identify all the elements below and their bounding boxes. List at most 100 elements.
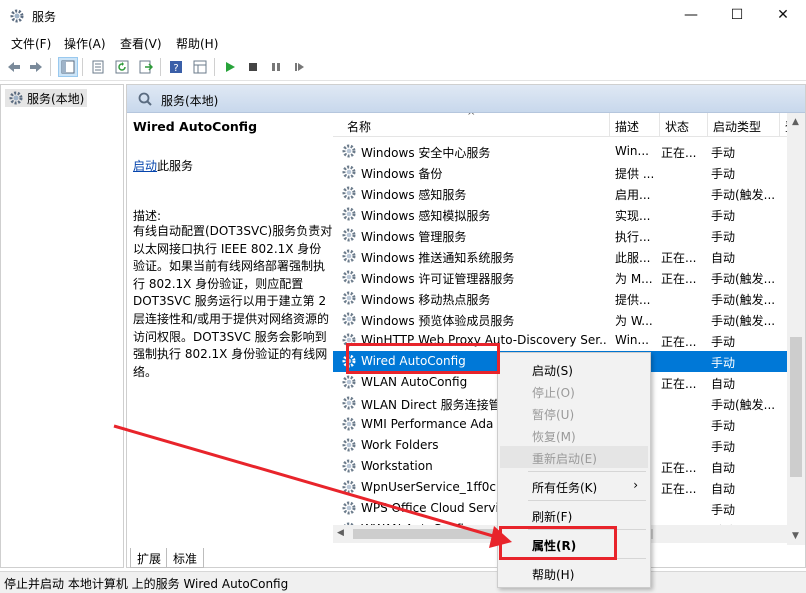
menu-item-pause[interactable]: 暂停(U) [500, 402, 648, 424]
toolbar-separator [82, 58, 83, 76]
play-icon[interactable] [220, 57, 240, 77]
maximize-button[interactable]: ☐ [714, 0, 760, 32]
menu-item-refresh[interactable]: 刷新(F) [500, 504, 648, 526]
table-row[interactable]: Windows 许可证管理器服务 为 M... 正在... 手动(触发... [333, 267, 805, 288]
gear-icon [9, 91, 23, 105]
menu-view[interactable]: 查看(V) [120, 35, 162, 52]
restart-icon[interactable] [289, 57, 309, 77]
service-name: Windows 预览体验成员服务 [361, 314, 515, 328]
table-row[interactable]: Windows 管理服务 执行... 手动 [333, 225, 805, 246]
tree-item-services-local[interactable]: 服务(本地) [5, 89, 88, 107]
table-row[interactable]: Windows 备份 提供 ... 手动 [333, 162, 805, 183]
service-description: 有线自动配置(DOT3SVC)服务负责对以太网接口执行 IEEE 802.1X … [133, 224, 333, 379]
minimize-button[interactable]: — [668, 0, 714, 32]
column-divider[interactable] [659, 113, 660, 137]
menu-item-restart[interactable]: 重新启动(E) [500, 446, 648, 468]
tab-standard[interactable]: 标准 [166, 548, 205, 568]
view-tabs: 扩展 标准 [126, 548, 806, 568]
service-description-cell: Win... [615, 333, 649, 347]
start-service-suffix: 此服务 [157, 159, 194, 173]
close-button[interactable]: ✕ [760, 0, 806, 32]
forward-arrow-icon[interactable] [26, 57, 46, 77]
service-startup-type: 手动 [711, 230, 736, 244]
service-name: Windows 感知服务 [361, 188, 467, 202]
service-description-cell: 为 M... [615, 272, 653, 286]
console-tree: 服务(本地) [0, 84, 124, 568]
column-header-description[interactable]: 描述 [615, 118, 639, 135]
scroll-up-icon[interactable]: ▲ [792, 117, 799, 127]
table-row[interactable]: Windows 感知服务 启用... 手动(触发... [333, 183, 805, 204]
window-title: 服务 [32, 10, 57, 24]
pane-header-title: 服务(本地) [161, 94, 219, 108]
service-name: Windows 许可证管理器服务 [361, 272, 515, 286]
menu-item-start[interactable]: 启动(S) [500, 358, 648, 380]
vertical-scroll-thumb[interactable] [790, 337, 802, 477]
service-description-cell: 为 W... [615, 314, 653, 328]
gear-icon [342, 165, 356, 179]
table-row[interactable]: Windows 推送通知系统服务 此服... 正在... 自动 [333, 246, 805, 267]
service-status: 正在... [661, 335, 697, 349]
vertical-scrollbar[interactable]: ▲ ▼ [787, 113, 805, 545]
service-startup-type: 手动 [711, 440, 736, 454]
service-startup-type: 手动(触发... [711, 272, 776, 286]
service-name: Windows 推送通知系统服务 [361, 251, 515, 265]
service-name: Windows 备份 [361, 167, 443, 181]
column-header-name[interactable]: 名称 [347, 118, 371, 135]
column-header-status[interactable]: 状态 [665, 118, 689, 135]
gear-icon [342, 480, 356, 494]
menu-item-resume[interactable]: 恢复(M) [500, 424, 648, 446]
service-startup-type: 手动(触发... [711, 398, 776, 412]
highlight-box-properties [499, 526, 617, 560]
service-description-cell: Win... [615, 144, 649, 158]
back-arrow-icon[interactable] [4, 57, 24, 77]
scroll-left-icon[interactable]: ◀ [337, 528, 344, 538]
service-status: 正在... [661, 377, 697, 391]
service-startup-type: 自动 [711, 377, 736, 391]
table-row[interactable]: Windows 移动热点服务 提供... 手动(触发... [333, 288, 805, 309]
column-divider[interactable] [707, 113, 708, 137]
export-icon[interactable] [136, 57, 156, 77]
service-name: Windows 安全中心服务 [361, 146, 491, 160]
column-divider[interactable] [609, 113, 610, 137]
column-header-startup-type[interactable]: 启动类型 [713, 118, 761, 135]
list-header: ^ 名称 描述 状态 启动类型 登 [333, 113, 805, 137]
refresh-icon[interactable] [112, 57, 132, 77]
tab-extended[interactable]: 扩展 [130, 548, 169, 568]
scroll-down-icon[interactable]: ▼ [792, 531, 799, 541]
pause-icon[interactable] [266, 57, 286, 77]
table-row[interactable]: Windows 预览体验成员服务 为 W... 手动(触发... [333, 309, 805, 330]
gear-icon [342, 144, 356, 158]
menu-item-all-tasks[interactable]: 所有任务(K) › [500, 475, 648, 497]
service-startup-type: 自动 [711, 251, 736, 265]
status-bar: 停止并启动 本地计算机 上的服务 Wired AutoConfig [0, 571, 806, 593]
help-icon[interactable]: ? [166, 57, 186, 77]
services-pane: 服务(本地) Wired AutoConfig 启动此服务 描述: 有线自动配置… [126, 84, 806, 568]
view-icon[interactable] [190, 57, 210, 77]
menu-file[interactable]: 文件(F) [11, 35, 51, 52]
table-row[interactable]: Windows 感知模拟服务 实现... 手动 [333, 204, 805, 225]
gear-icon [342, 186, 356, 200]
title-bar: 服务 — ☐ ✕ [0, 0, 806, 32]
table-row[interactable]: Windows 安全中心服务 Win... 正在... 手动 [333, 141, 805, 162]
service-startup-type: 手动 [711, 167, 736, 181]
start-service-link[interactable]: 启动 [133, 159, 157, 173]
gear-icon [342, 438, 356, 452]
service-name: Windows 感知模拟服务 [361, 209, 491, 223]
menu-help[interactable]: 帮助(H) [176, 35, 218, 52]
service-name: Windows 管理服务 [361, 230, 467, 244]
toolbar: ? [0, 54, 806, 81]
service-status: 正在... [661, 251, 697, 265]
toolbar-separator [160, 58, 161, 76]
gear-icon [342, 291, 356, 305]
menu-item-help[interactable]: 帮助(H) [500, 562, 648, 584]
gear-icon [10, 9, 24, 23]
menu-action[interactable]: 操作(A) [64, 35, 106, 52]
menu-item-stop[interactable]: 停止(O) [500, 380, 648, 402]
service-startup-type: 手动 [711, 419, 736, 433]
gear-icon [342, 312, 356, 326]
gear-icon [342, 375, 356, 389]
properties-icon[interactable] [88, 57, 108, 77]
column-divider[interactable] [779, 113, 780, 137]
stop-icon[interactable] [243, 57, 263, 77]
console-tree-icon[interactable] [58, 57, 78, 77]
